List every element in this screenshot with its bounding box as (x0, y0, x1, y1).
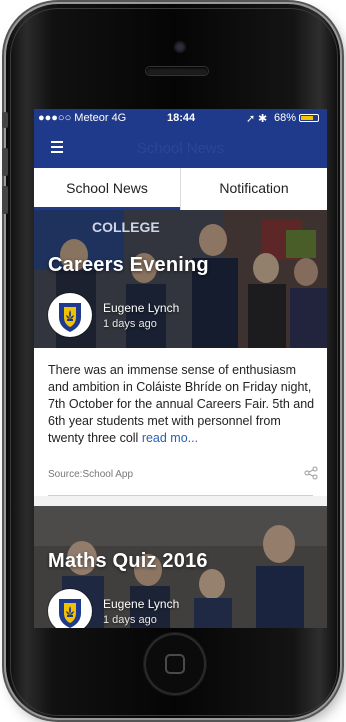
news-card-image[interactable]: COLLEGE Careers Evening Eugene Lynch 1 d… (34, 210, 327, 348)
home-button[interactable] (144, 633, 206, 695)
volume-down-button (2, 186, 8, 214)
banner-college-text: COLLEGE (92, 219, 160, 235)
status-time: 18:44 (167, 112, 196, 124)
bluetooth-icon: ✱ (258, 113, 268, 125)
home-button-icon (165, 654, 185, 674)
earpiece-speaker (146, 67, 208, 75)
news-card-excerpt: There was an immense sense of enthusiasm… (48, 362, 320, 447)
battery-icon (299, 114, 319, 122)
post-time: 1 days ago (103, 614, 157, 626)
news-card-title[interactable]: Careers Evening (48, 254, 209, 277)
share-icon[interactable] (304, 466, 318, 480)
school-crest-icon (49, 294, 91, 336)
mute-switch (2, 112, 8, 128)
card-separator (34, 496, 327, 506)
author-avatar (48, 293, 92, 337)
app-header: School News (34, 128, 327, 168)
news-source: Source:School App (48, 469, 134, 480)
front-camera (175, 42, 185, 52)
post-time: 1 days ago (103, 318, 157, 330)
author-avatar (48, 589, 92, 628)
tab-school-news[interactable]: School News (34, 168, 180, 210)
read-more-link[interactable]: read mo... (142, 431, 198, 445)
news-card-image[interactable]: Maths Quiz 2016 Eugene Lynch 1 days ago (34, 506, 327, 628)
status-bar: ●●●○○ Meteor 4G 18:44 ➚ ✱ 68% (34, 109, 327, 128)
page-title: School News (136, 140, 225, 157)
school-crest-icon (49, 590, 91, 628)
location-arrow-icon: ➚ (246, 113, 256, 125)
news-card-title[interactable]: Maths Quiz 2016 (48, 550, 208, 573)
carrier-signal: ●●●○○ Meteor 4G (38, 112, 127, 124)
author-name: Eugene Lynch (103, 301, 180, 315)
app-screen: ●●●○○ Meteor 4G 18:44 ➚ ✱ 68% School New… (34, 109, 327, 628)
author-name: Eugene Lynch (103, 597, 180, 611)
tab-notification[interactable]: Notification (180, 168, 327, 210)
battery-percent: 68% (274, 112, 297, 124)
tab-bar: School News Notification (34, 168, 327, 210)
volume-up-button (2, 148, 8, 176)
